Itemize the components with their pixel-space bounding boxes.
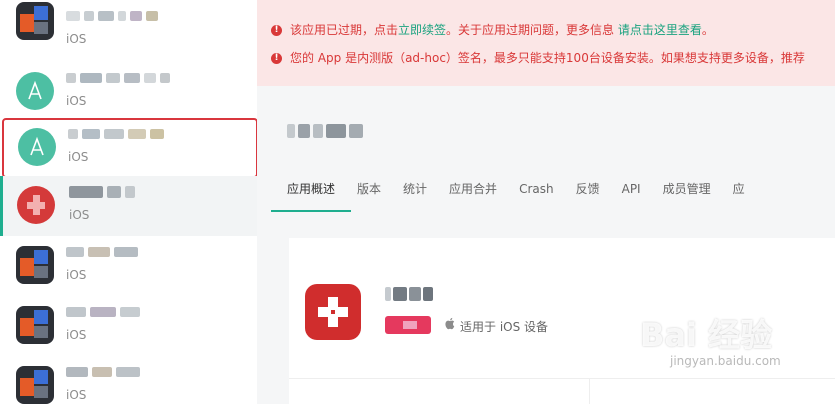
tab-versions[interactable]: 版本 — [357, 176, 381, 206]
app-list-sidebar: iOS iOS iOS iOS iOS iOS iOS — [0, 0, 258, 404]
app-name-redacted — [69, 184, 135, 200]
app-platform-label: iOS — [69, 208, 90, 222]
app-store-icon — [16, 72, 54, 110]
version-badge-redacted — [385, 316, 431, 334]
expired-notice: ! 该应用已过期，点击立即续签。关于应用过期问题，更多信息 请点击这里查看。 — [271, 21, 714, 38]
app-icon — [16, 2, 54, 40]
app-title-redacted — [287, 124, 363, 138]
app-platform-label: iOS — [66, 388, 87, 402]
app-list-item[interactable]: iOS — [0, 356, 257, 404]
learn-more-link[interactable]: 请点击这里查看 — [618, 23, 702, 37]
tab-feedback[interactable]: 反馈 — [576, 176, 600, 206]
app-name-redacted — [66, 70, 170, 86]
renew-link[interactable]: 立即续签 — [398, 23, 446, 37]
warning-icon: ! — [271, 53, 282, 64]
app-list-item[interactable]: iOS — [0, 236, 257, 296]
expiry-notice-banner: ! 该应用已过期，点击立即续签。关于应用过期问题，更多信息 请点击这里查看。 ! 您… — [257, 0, 835, 86]
app-name-redacted — [66, 244, 138, 260]
app-name-redacted — [66, 364, 140, 380]
app-icon — [16, 366, 54, 404]
app-name-redacted — [68, 126, 164, 142]
tab-crash[interactable]: Crash — [519, 176, 554, 206]
app-name-redacted — [66, 304, 140, 320]
app-platform-label: iOS — [66, 268, 87, 282]
app-icon — [16, 246, 54, 284]
divider — [589, 378, 590, 404]
watermark: Bai 经验 jingyan.baidu.com — [640, 316, 781, 368]
app-icon — [305, 284, 361, 340]
tab-more[interactable]: 应 — [733, 176, 745, 206]
app-list-item-highlighted[interactable]: iOS — [2, 118, 257, 178]
app-store-icon — [18, 128, 56, 166]
app-icon — [16, 306, 54, 344]
app-list-item[interactable]: iOS — [0, 62, 257, 122]
adhoc-notice: ! 您的 App 是内测版（ad-hoc）签名，最多只能支持100台设备安装。如果… — [271, 49, 805, 66]
platform-label: 适用于 iOS 设备 — [460, 320, 549, 334]
app-list-item[interactable]: iOS — [0, 296, 257, 356]
app-platform-label: iOS — [66, 94, 87, 108]
app-tabs: 应用概述 版本 统计 应用合并 Crash 反馈 API 成员管理 应 — [270, 176, 745, 212]
app-name-redacted — [385, 287, 433, 301]
app-list-item-active[interactable]: iOS — [0, 176, 257, 236]
app-icon — [17, 186, 55, 224]
app-platform-label: iOS — [66, 32, 87, 46]
warning-icon: ! — [271, 25, 282, 36]
app-platform-label: iOS — [68, 150, 89, 164]
apple-icon — [445, 317, 455, 330]
app-platform-label: iOS — [66, 328, 87, 342]
tab-members[interactable]: 成员管理 — [663, 176, 711, 206]
app-name-redacted — [66, 8, 158, 24]
tab-api[interactable]: API — [622, 176, 641, 206]
tab-stats[interactable]: 统计 — [403, 176, 427, 206]
tab-overview[interactable]: 应用概述 — [270, 176, 352, 212]
divider — [289, 378, 835, 379]
app-list-item[interactable]: iOS — [0, 0, 257, 60]
tab-merge[interactable]: 应用合并 — [449, 176, 497, 206]
